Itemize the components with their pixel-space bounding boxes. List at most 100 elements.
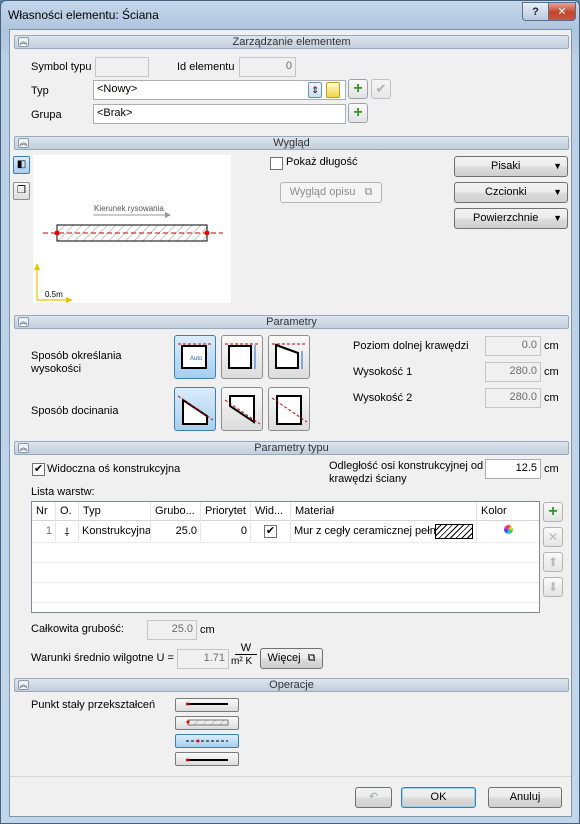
cell-visible[interactable]: ✔ (251, 522, 291, 541)
plan-view-icon: ◧ (16, 159, 27, 170)
cancel-button[interactable]: Anuluj (488, 787, 562, 808)
trim-top-icon (224, 395, 261, 425)
delete-icon: ✕ (547, 530, 559, 544)
height-mode-auto-button[interactable]: Auto (174, 335, 216, 379)
cell-type[interactable]: Konstrukcyjna (79, 522, 151, 541)
description-style-button[interactable]: Wygląd opisu ⧉ (280, 182, 382, 203)
fixed-point-bottom-button[interactable] (175, 752, 239, 766)
collapse-icon: ︽ (18, 37, 29, 47)
height-mode-fixed-button[interactable] (221, 335, 263, 379)
column-header-material[interactable]: Materiał (291, 502, 477, 521)
open-dialog-icon: ⧉ (364, 186, 373, 198)
type-info-icon[interactable]: ⇕ (308, 82, 322, 98)
close-button[interactable]: ✕ (548, 2, 576, 21)
axis-visible-checkbox[interactable]: ✔ (32, 463, 45, 476)
section-type-parameters-header[interactable]: ︽ Parametry typu (14, 441, 569, 455)
plus-icon: + (353, 104, 363, 121)
delete-layer-button[interactable]: ✕ (543, 527, 563, 547)
confirm-type-button[interactable]: ✔ (371, 79, 391, 99)
auto-label: Auto (190, 356, 203, 362)
total-thickness-unit: cm (200, 624, 215, 636)
plus-icon: + (353, 80, 363, 97)
preview-pane: Kierunek rysowania 0.5m (33, 155, 231, 303)
trim-mode-2-button[interactable] (221, 387, 263, 431)
height2-field: 280.0 (485, 388, 541, 408)
fixed-point-hatch-button[interactable] (175, 716, 239, 730)
plus-icon: + (548, 503, 558, 520)
fixed-point-axis-icon (186, 739, 228, 743)
trim-mode-label: Sposób docinania (31, 405, 119, 417)
orientation-icon[interactable]: ⸸ (56, 522, 79, 541)
column-header-type[interactable]: Typ (79, 502, 151, 521)
type-lock-icon[interactable] (326, 82, 340, 98)
fonts-label: Czcionki (485, 186, 527, 198)
view-2d-button[interactable]: ◧ (13, 156, 30, 174)
layers-table[interactable]: Nr O. Typ Grubo... Priorytet Wid... Mate… (31, 501, 540, 613)
ok-button[interactable]: OK (401, 787, 476, 808)
trim-mode-1-button[interactable] (174, 387, 216, 431)
layer-visible-checkbox[interactable]: ✔ (264, 525, 277, 538)
fixed-point-axis-button[interactable] (175, 734, 239, 748)
trim-mode-3-button[interactable] (268, 387, 310, 431)
bottom-level-field: 0.0 (485, 336, 541, 356)
group-select[interactable]: <Brak> (93, 104, 346, 124)
axis-offset-field[interactable]: 12.5 (485, 459, 541, 479)
checkmark-icon: ✔ (265, 525, 276, 537)
collapse-icon: ︽ (18, 680, 29, 690)
fonts-dropdown-button[interactable]: Czcionki ▼ (454, 182, 568, 203)
show-length-checkbox[interactable] (270, 157, 283, 170)
cell-thickness[interactable]: 25.0 (151, 522, 201, 541)
cell-material[interactable]: Mur z cegły ceramicznej pełn (291, 522, 477, 541)
chevron-down-icon: ▼ (553, 161, 562, 171)
undo-button[interactable]: ↶ (355, 787, 392, 808)
section-management-header[interactable]: ︽ Zarządzanie elementem (14, 35, 569, 49)
type-value: <Nowy> (97, 83, 138, 95)
axis-visible-label: Widoczna oś konstrukcyjna (47, 463, 181, 475)
move-layer-up-button[interactable]: ⬆ (543, 552, 563, 572)
show-length-label: Pokaż długość (286, 156, 358, 168)
scale-label: 0.5m (45, 290, 63, 299)
cell-color[interactable] (477, 522, 539, 541)
height1-label: Wysokość 1 (353, 366, 413, 378)
trim-none-icon (271, 395, 308, 425)
height-mode-sloped-button[interactable] (268, 335, 310, 379)
fixed-point-top-button[interactable] (175, 698, 239, 712)
column-header-thickness[interactable]: Grubo... (151, 502, 201, 521)
height2-unit: cm (544, 392, 559, 404)
column-header-color[interactable]: Kolor (477, 502, 539, 521)
add-type-button[interactable]: + (348, 79, 368, 99)
section-parameters-header[interactable]: ︽ Parametry (14, 315, 569, 329)
column-header-nr[interactable]: Nr (32, 502, 56, 521)
cell-priority[interactable]: 0 (201, 522, 251, 541)
column-header-visible[interactable]: Wid... (251, 502, 291, 521)
section-operations-header[interactable]: ︽ Operacje (14, 678, 569, 692)
symbol-field (95, 57, 149, 77)
humidity-unit-denominator: m² K (231, 656, 253, 667)
add-group-button[interactable]: + (348, 103, 368, 123)
title-bar[interactable]: Własności elementu: Ściana ? ✕ (1, 1, 579, 29)
fixed-point-hatch-icon (186, 719, 229, 726)
section-appearance-header[interactable]: ︽ Wygląd (14, 136, 569, 150)
drawing-direction-label: Kierunek rysowania (94, 204, 164, 213)
symbol-label: Symbol typu (31, 61, 92, 73)
dialog-window: Własności elementu: Ściana ? ✕ ︽ Zarządz… (0, 0, 580, 824)
surfaces-dropdown-button[interactable]: Powierzchnie ▼ (454, 208, 568, 229)
section-appearance-title: Wygląd (273, 137, 310, 149)
view-3d-button[interactable]: ❒ (13, 182, 30, 200)
help-button[interactable]: ? (522, 2, 549, 21)
pens-dropdown-button[interactable]: Pisaki ▼ (454, 156, 568, 177)
column-header-priority[interactable]: Priorytet (201, 502, 251, 521)
group-label: Grupa (31, 109, 62, 121)
color-wheel-icon (503, 525, 513, 534)
move-layer-down-button[interactable]: ⬇ (543, 577, 563, 597)
humidity-unit-numerator: W (235, 642, 257, 655)
arrow-down-icon: ⬇ (547, 580, 559, 594)
section-parameters-title: Parametry (266, 316, 317, 328)
bottom-level-label: Poziom dolnej krawędzi (353, 340, 469, 352)
height-mode-label: Sposób określania wysokości (31, 350, 122, 375)
type-label: Typ (31, 85, 49, 97)
column-header-orientation[interactable]: O. (56, 502, 79, 521)
undo-icon: ↶ (368, 791, 379, 803)
add-layer-button[interactable]: + (543, 502, 563, 522)
more-button[interactable]: Więcej ⧉ (260, 648, 323, 669)
